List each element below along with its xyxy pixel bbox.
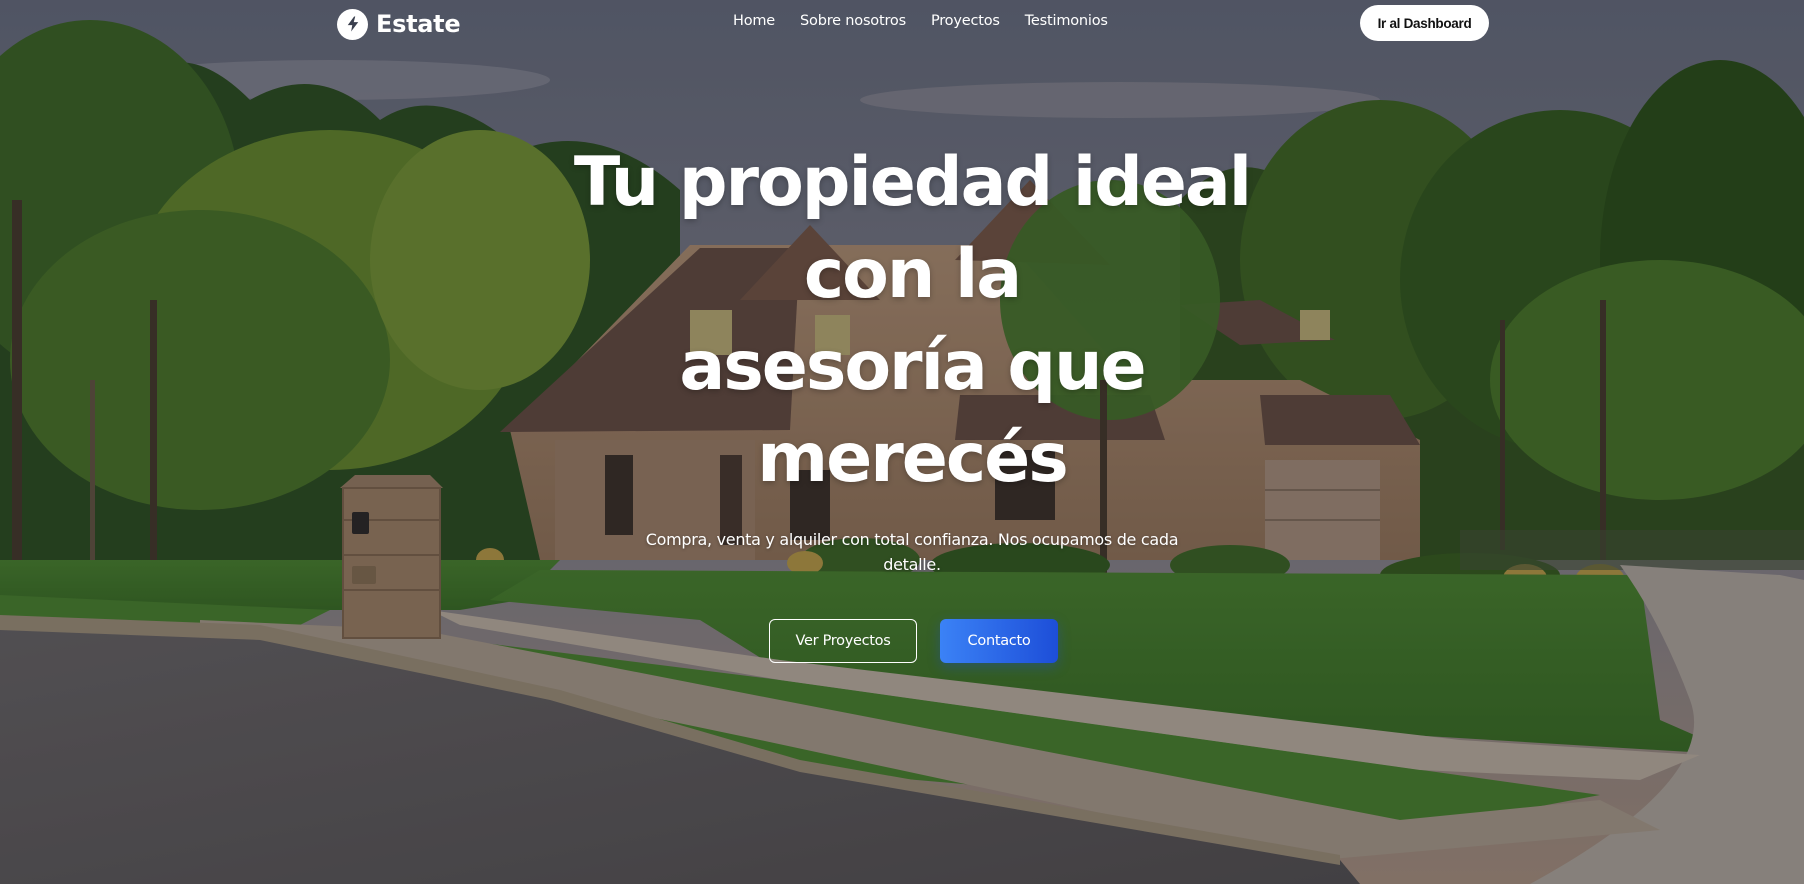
hero-title-line: asesoría que: [679, 327, 1146, 406]
dashboard-button[interactable]: Ir al Dashboard: [1360, 5, 1489, 41]
bolt-icon: [337, 8, 368, 40]
brand-logo[interactable]: Estate: [337, 8, 461, 40]
navbar: Estate Home Sobre nosotros Proyectos Tes…: [0, 0, 1804, 48]
view-projects-button[interactable]: Ver Proyectos: [769, 619, 917, 663]
hero-title-line: con la: [803, 235, 1022, 314]
hero-title-line: merecés: [757, 419, 1069, 498]
nav-link-testimonios[interactable]: Testimonios: [1025, 13, 1108, 29]
hero-section: Estate Home Sobre nosotros Proyectos Tes…: [0, 0, 1804, 884]
brand-name: Estate: [376, 10, 461, 38]
nav-links: Home Sobre nosotros Proyectos Testimonio…: [733, 13, 1108, 29]
hero-title: Tu propiedad ideal con la asesoría que m…: [552, 137, 1272, 505]
hero-subtitle: Compra, venta y alquiler con total confi…: [645, 530, 1179, 574]
nav-link-proyectos[interactable]: Proyectos: [931, 13, 1000, 29]
hero-title-line: Tu propiedad ideal: [573, 143, 1252, 222]
nav-link-home[interactable]: Home: [733, 13, 775, 29]
nav-link-sobre-nosotros[interactable]: Sobre nosotros: [800, 13, 906, 29]
contact-button[interactable]: Contacto: [940, 619, 1058, 663]
